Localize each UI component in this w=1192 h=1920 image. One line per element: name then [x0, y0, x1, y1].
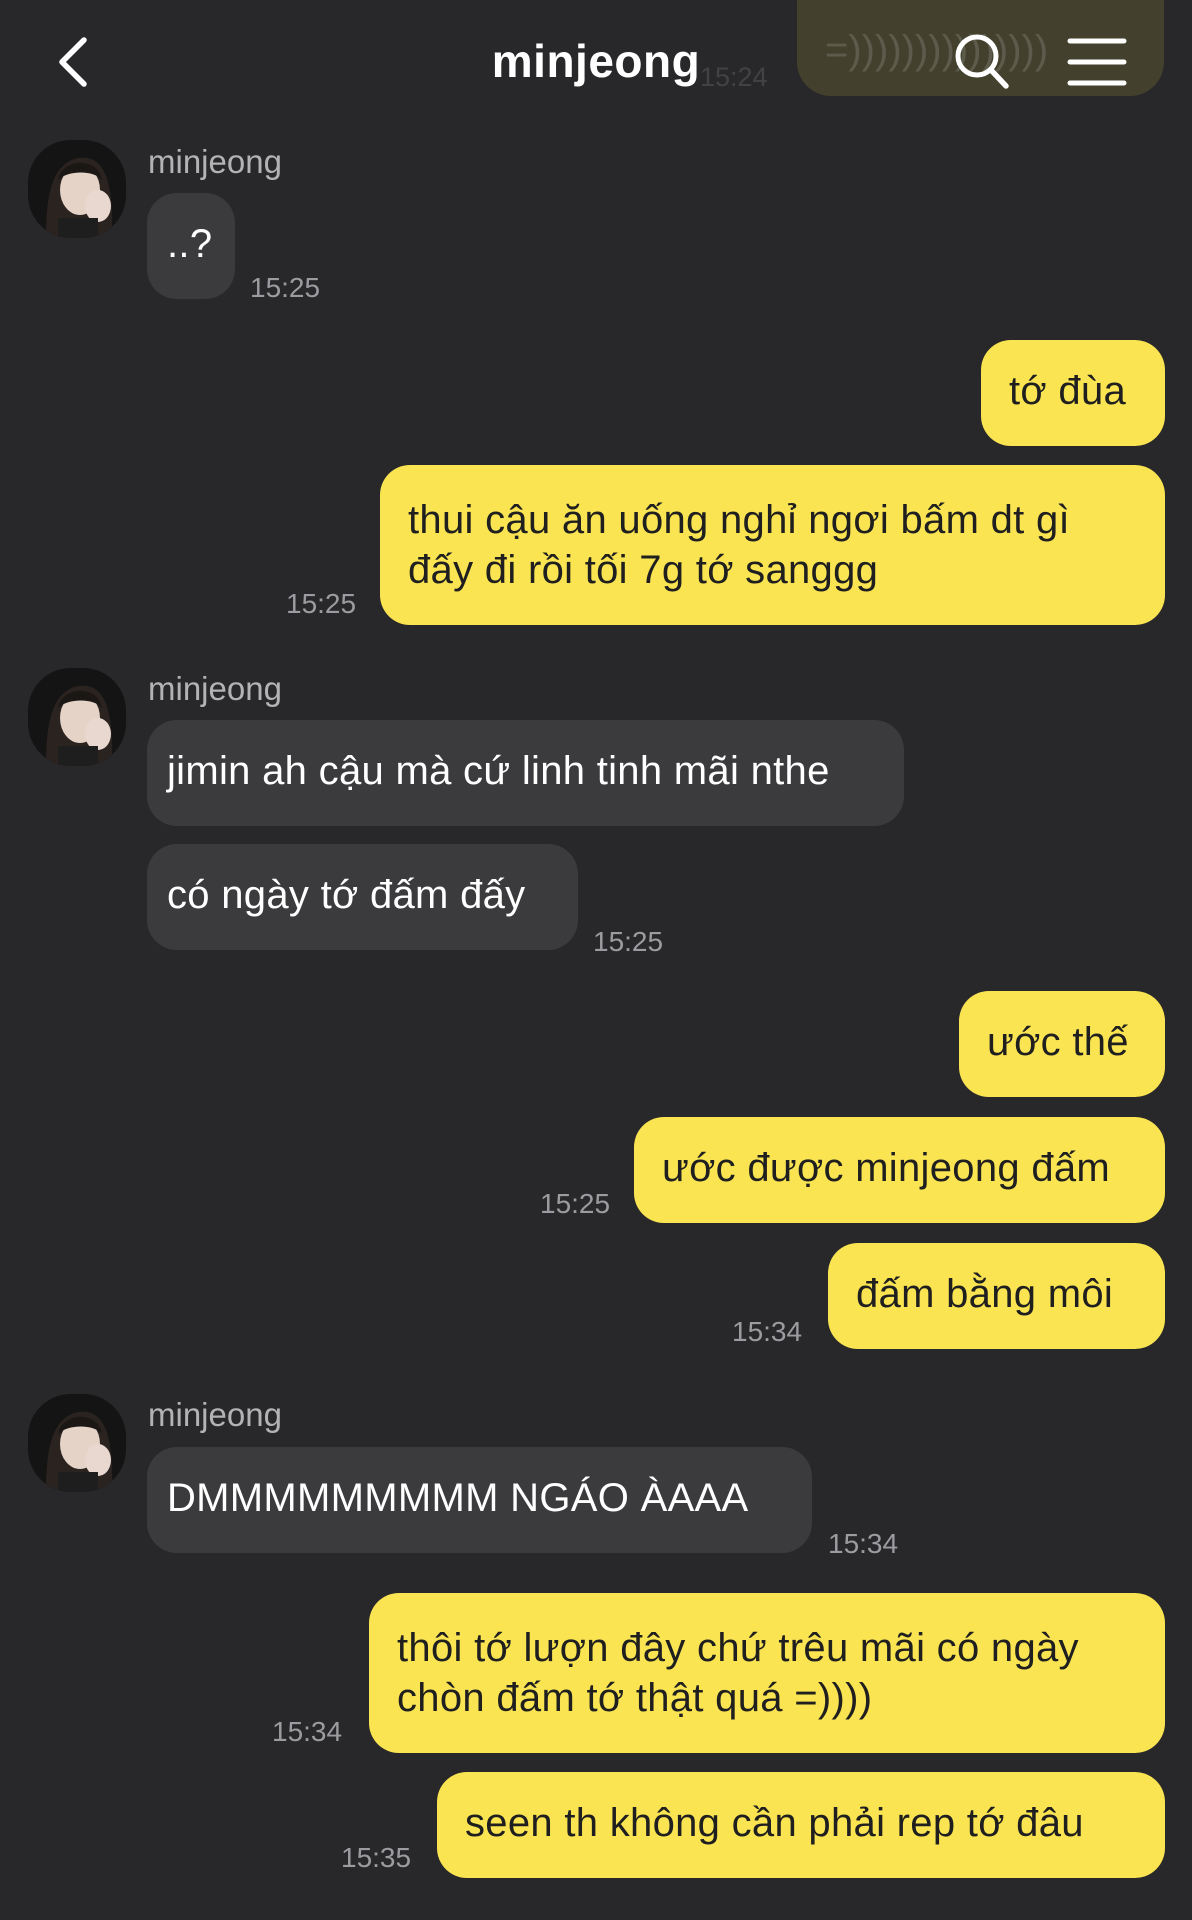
message-text: ước được minjeong đấm	[662, 1146, 1111, 1190]
message-text: ..?	[167, 222, 213, 266]
message-text: ước thế	[987, 1020, 1129, 1064]
message-time: 15:25	[286, 588, 357, 619]
message-time: 15:35	[341, 1842, 412, 1873]
message-bubble-outgoing[interactable]: đấm bằng môi	[828, 1243, 1165, 1349]
message-bubble-incoming[interactable]: ..?	[147, 193, 235, 299]
profile-photo	[28, 140, 126, 238]
message-bubble-incoming[interactable]: jimin ah cậu mà cứ linh tinh mãi nthe	[147, 720, 904, 826]
profile-photo	[28, 668, 126, 766]
message-time: 15:25	[250, 272, 321, 303]
message-bubble-outgoing[interactable]: ước thế	[959, 991, 1165, 1097]
profile-photo	[28, 1394, 126, 1492]
message-bubble-outgoing[interactable]: thui cậu ăn uống nghỉ ngơi bấm dt gì đấy…	[380, 465, 1165, 625]
sender-name: minjeong	[148, 1396, 282, 1433]
message-bubble-outgoing[interactable]: seen th không cần phải rep tớ đâu	[437, 1772, 1165, 1878]
message-text: DMMMMMMMMM NGÁO ÀAAA	[167, 1476, 749, 1520]
message-text-line: thôi tớ lượn đây chứ trêu mãi có ngày	[397, 1626, 1079, 1670]
message-text-line: chòn đấm tớ thật quá =))))	[397, 1676, 873, 1720]
message-bubble-outgoing[interactable]: ước được minjeong đấm	[634, 1117, 1165, 1223]
search-icon	[955, 34, 1009, 89]
avatar[interactable]	[28, 140, 126, 238]
message-bubble-outgoing[interactable]: thôi tớ lượn đây chứ trêu mãi có ngày ch…	[369, 1593, 1165, 1753]
message-text-line: đấy đi rồi tối 7g tớ sanggg	[408, 548, 879, 592]
avatar[interactable]	[28, 668, 126, 766]
hamburger-menu-icon	[1067, 38, 1127, 86]
message-text: seen th không cần phải rep tớ đâu	[465, 1801, 1084, 1845]
sender-name: minjeong	[148, 143, 282, 180]
sender-name: minjeong	[148, 670, 282, 707]
chat-header: =))))))))))))))) 15:24 minjeong	[0, 0, 1192, 130]
message-time: 15:25	[540, 1188, 611, 1219]
message-time: 15:25	[593, 926, 664, 957]
menu-button[interactable]	[1066, 34, 1128, 90]
message-bubble-outgoing[interactable]: tớ đùa	[981, 340, 1165, 446]
message-text: có ngày tớ đấm đấy	[167, 873, 526, 917]
message-text: tớ đùa	[1009, 369, 1126, 413]
message-text: đấm bằng môi	[856, 1272, 1114, 1316]
message-time: 15:34	[272, 1716, 343, 1747]
avatar[interactable]	[28, 1394, 126, 1492]
message-bubble-incoming[interactable]: có ngày tớ đấm đấy	[147, 844, 578, 950]
message-time: 15:34	[828, 1528, 899, 1559]
message-time: 15:34	[732, 1316, 803, 1347]
search-button[interactable]	[950, 30, 1016, 96]
message-text: jimin ah cậu mà cứ linh tinh mãi nthe	[167, 749, 830, 793]
message-text-line: thui cậu ăn uống nghỉ ngơi bấm dt gì	[408, 498, 1070, 542]
message-bubble-incoming[interactable]: DMMMMMMMMM NGÁO ÀAAA	[147, 1447, 812, 1553]
